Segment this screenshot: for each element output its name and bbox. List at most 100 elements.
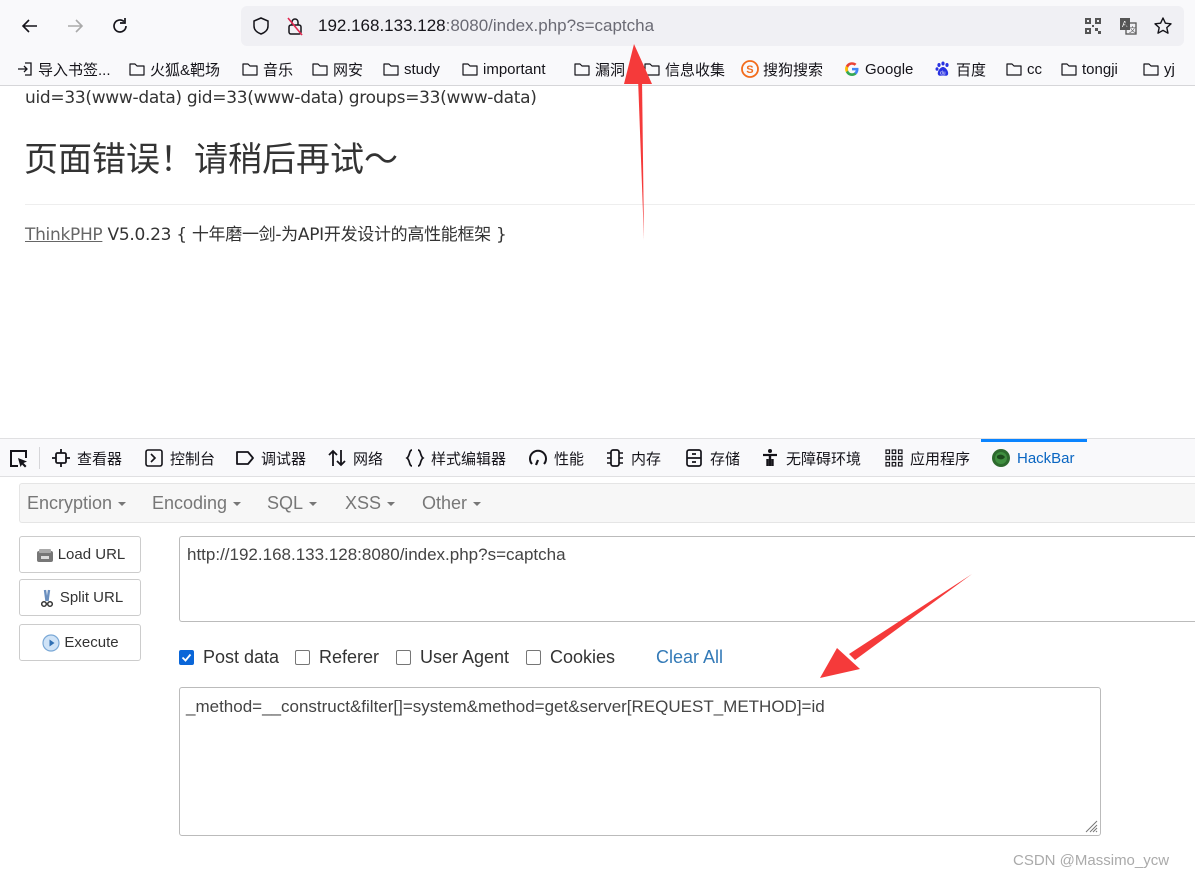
folder-icon: [644, 63, 660, 76]
bookmark-baidu[interactable]: du 百度: [934, 58, 986, 80]
bookmark-sogou[interactable]: S 搜狗搜索: [741, 58, 823, 80]
bookmark-folder-vulns[interactable]: 漏洞: [573, 58, 625, 80]
bookmark-folder-important[interactable]: important: [461, 58, 546, 80]
tab-inspector[interactable]: 查看器: [51, 439, 122, 477]
command-output: uid=33(www-data) gid=33(www-data) groups…: [25, 88, 537, 108]
shield-icon[interactable]: [251, 16, 271, 36]
resize-grip-icon[interactable]: [1082, 817, 1098, 833]
checkbox-unchecked-icon: [526, 650, 541, 665]
devtools-tabbar: 查看器 控制台 调试器 网络 样式编辑器 性能 内存 存储 无障碍环境 应用程序…: [0, 439, 1195, 477]
caret-down-icon: [233, 502, 242, 507]
bookmark-folder-yj[interactable]: yj: [1142, 58, 1175, 80]
tab-debugger[interactable]: 调试器: [235, 439, 306, 477]
tab-performance[interactable]: 性能: [528, 439, 584, 477]
menu-other[interactable]: Other: [422, 493, 482, 514]
tab-application[interactable]: 应用程序: [884, 439, 970, 477]
thinkphp-link[interactable]: ThinkPHP: [25, 225, 103, 245]
bookmark-import[interactable]: 导入书签...: [16, 58, 111, 80]
translate-icon[interactable]: A文: [1118, 16, 1138, 36]
referer-checkbox[interactable]: Referer: [295, 647, 379, 668]
user-agent-checkbox[interactable]: User Agent: [396, 647, 509, 668]
tab-memory[interactable]: 内存: [605, 439, 661, 477]
inspector-icon: [52, 449, 70, 467]
menu-sql[interactable]: SQL: [267, 493, 318, 514]
clear-all-link[interactable]: Clear All: [656, 647, 723, 668]
element-picker-icon[interactable]: [8, 448, 30, 470]
url-host: 192.168.133.128: [318, 16, 446, 35]
url-text[interactable]: 192.168.133.128:8080/index.php?s=captcha: [318, 16, 654, 36]
tab-network[interactable]: 网络: [327, 439, 383, 477]
qr-code-icon[interactable]: [1083, 16, 1103, 36]
bookmark-label: 导入书签...: [38, 61, 111, 79]
tab-label: 存储: [710, 450, 741, 468]
url-textarea[interactable]: http://192.168.133.128:8080/index.php?s=…: [179, 536, 1195, 622]
tab-storage[interactable]: 存储: [684, 439, 740, 477]
watermark: CSDN @Massimo_ycw: [1013, 852, 1170, 869]
import-icon: [18, 62, 32, 76]
divider: [25, 204, 1195, 205]
bookmark-folder-music[interactable]: 音乐: [241, 58, 293, 80]
post-data-textarea[interactable]: _method=__construct&filter[]=system&meth…: [179, 687, 1101, 836]
button-label: Split URL: [59, 589, 124, 606]
bookmark-folder-security[interactable]: 网安: [311, 58, 363, 80]
svg-text:A: A: [1122, 20, 1128, 29]
svg-text:du: du: [940, 71, 946, 77]
menu-label: Encoding: [152, 493, 228, 513]
menu-encryption[interactable]: Encryption: [27, 493, 127, 514]
tab-style-editor[interactable]: 样式编辑器: [405, 439, 506, 477]
button-label: Execute: [64, 634, 119, 651]
back-arrow-icon: [21, 19, 37, 33]
forward-button[interactable]: [61, 12, 89, 40]
tab-hackbar[interactable]: HackBar: [981, 439, 1087, 477]
svg-text:S: S: [746, 64, 753, 76]
bookmark-folder-cc[interactable]: cc: [1005, 58, 1042, 80]
cookies-checkbox[interactable]: Cookies: [526, 647, 615, 668]
insecure-lock-icon[interactable]: [285, 16, 305, 36]
execute-button[interactable]: Execute: [19, 624, 141, 661]
bookmark-label: 网安: [333, 61, 364, 79]
bookmark-folder-firefox-range[interactable]: 火狐&靶场: [128, 58, 220, 80]
bookmark-google[interactable]: Google: [843, 58, 913, 80]
load-url-button[interactable]: Load URL: [19, 536, 141, 573]
tab-label: 控制台: [170, 450, 216, 468]
address-bar[interactable]: 192.168.133.128:8080/index.php?s=captcha…: [241, 6, 1184, 46]
page-content: uid=33(www-data) gid=33(www-data) groups…: [0, 86, 1195, 438]
accessibility-icon: [763, 449, 777, 466]
baidu-icon: du: [935, 61, 949, 77]
sogou-icon: S: [741, 60, 759, 78]
button-label: Load URL: [57, 546, 126, 563]
bookmark-star-icon[interactable]: [1153, 16, 1173, 36]
reload-icon: [113, 18, 127, 33]
console-icon: [145, 449, 163, 467]
folder-icon: [129, 63, 145, 76]
menu-encoding[interactable]: Encoding: [152, 493, 242, 514]
bookmark-folder-recon[interactable]: 信息收集: [643, 58, 725, 80]
browser-toolbar: 192.168.133.128:8080/index.php?s=captcha…: [0, 0, 1195, 52]
split-url-button[interactable]: Split URL: [19, 579, 141, 616]
folder-icon: [574, 63, 590, 76]
reload-button[interactable]: [106, 12, 134, 40]
hackbar-icon: [992, 449, 1010, 467]
tab-console[interactable]: 控制台: [144, 439, 215, 477]
google-icon: [845, 62, 859, 76]
post-data-checkbox[interactable]: Post data: [179, 647, 279, 668]
checkbox-checked-icon: [179, 650, 194, 665]
bookmark-label: tongji: [1082, 60, 1118, 78]
bookmark-label: 百度: [956, 61, 987, 79]
play-icon: [42, 633, 60, 652]
tab-label: 性能: [554, 450, 585, 468]
performance-icon: [529, 449, 547, 466]
scissors-icon: [40, 589, 53, 607]
folder-icon: [1061, 63, 1077, 76]
back-button[interactable]: [16, 12, 44, 40]
bookmark-label: 搜狗搜索: [763, 61, 824, 79]
bookmark-folder-tongji[interactable]: tongji: [1060, 58, 1118, 80]
tab-accessibility[interactable]: 无障碍环境: [760, 439, 861, 477]
menu-xss[interactable]: XSS: [345, 493, 396, 514]
bookmark-folder-study[interactable]: study: [382, 58, 440, 80]
folder-icon: [462, 63, 478, 76]
tab-label: 应用程序: [910, 450, 971, 468]
framework-version: V5.0.23: [107, 225, 172, 245]
hackbar-menu-bar: Encryption Encoding SQL XSS Other: [19, 483, 1195, 523]
debugger-icon: [236, 451, 254, 465]
